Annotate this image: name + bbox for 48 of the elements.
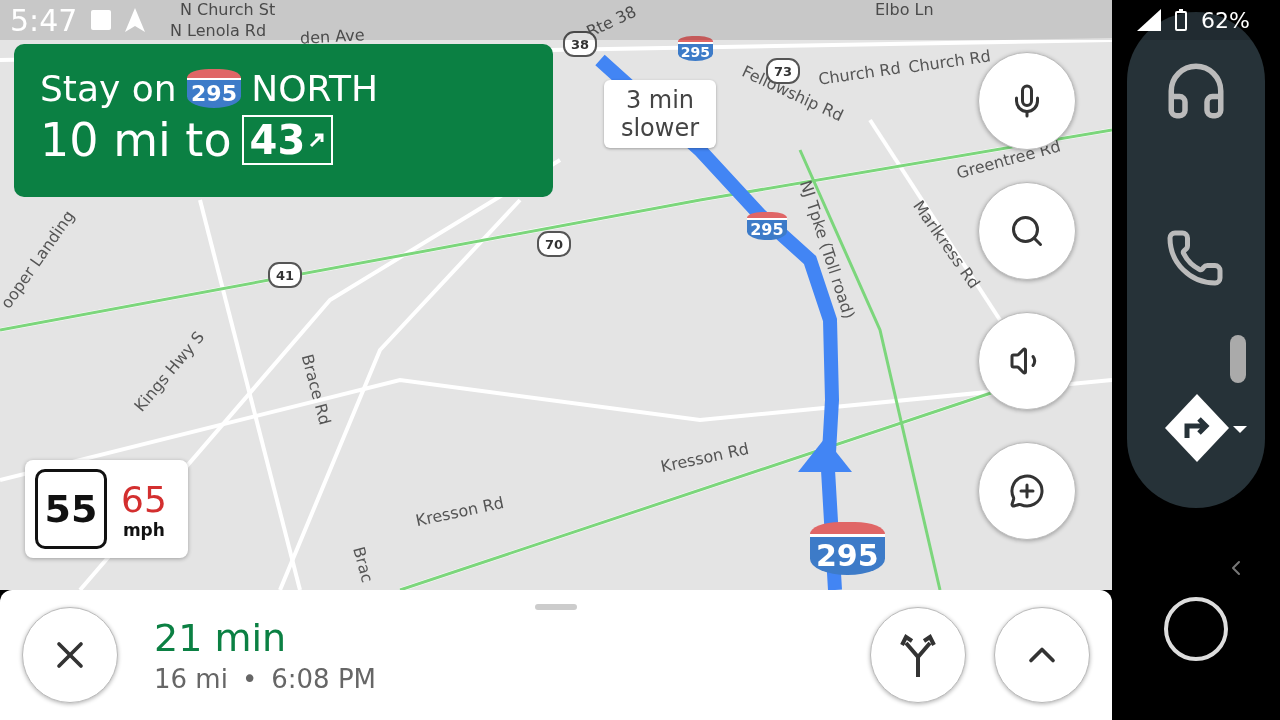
home-icon[interactable] bbox=[1163, 596, 1229, 662]
battery-percent: 62% bbox=[1201, 7, 1250, 33]
interstate-shield: 295 bbox=[678, 36, 713, 62]
speed-unit: mph bbox=[122, 519, 165, 540]
signal-icon bbox=[1137, 9, 1162, 31]
battery-icon bbox=[1175, 9, 1188, 31]
street-label: Church Rd bbox=[907, 46, 992, 77]
route-marker: 41 bbox=[268, 262, 302, 288]
route-marker: 70 bbox=[537, 231, 571, 257]
exit-sign: 43 bbox=[241, 115, 334, 165]
interstate-shield: 295 bbox=[810, 522, 885, 575]
navigation-icon[interactable] bbox=[1163, 392, 1247, 464]
navigation-icon bbox=[125, 8, 146, 32]
street-label: N Church St bbox=[180, 0, 276, 19]
fork-arrows-icon bbox=[898, 633, 938, 677]
street-label: Kresson Rd bbox=[659, 438, 751, 477]
speed-limit: 55 bbox=[35, 469, 107, 549]
position-arrow-icon bbox=[798, 438, 852, 472]
street-label: Elbo Ln bbox=[875, 0, 934, 19]
close-button[interactable] bbox=[22, 607, 118, 703]
instruction-text: Stay on bbox=[40, 68, 177, 109]
street-label: Brace Rd bbox=[297, 352, 335, 427]
street-label: N Lenola Rd bbox=[170, 21, 267, 40]
trip-duration: 21 min bbox=[154, 616, 288, 660]
route-options-button[interactable] bbox=[870, 607, 966, 703]
street-label: Brac bbox=[349, 544, 377, 585]
speech-bubble-plus-icon bbox=[1009, 473, 1045, 509]
phone-icon[interactable] bbox=[1165, 228, 1225, 288]
image-icon bbox=[91, 10, 112, 30]
traffic-callout: 3 min slower bbox=[604, 80, 716, 148]
street-label: Church Rd bbox=[817, 58, 902, 89]
interstate-shield: 295 bbox=[747, 212, 787, 241]
scroll-indicator bbox=[1230, 335, 1246, 383]
direction-text: NORTH bbox=[251, 68, 379, 109]
trip-distance: 16 mi bbox=[154, 664, 228, 694]
search-icon bbox=[1009, 213, 1045, 249]
separator-dot: • bbox=[241, 664, 258, 694]
report-button[interactable] bbox=[978, 442, 1076, 540]
current-speed: 65 bbox=[121, 478, 167, 520]
interstate-shield: 295 bbox=[186, 69, 242, 108]
drag-handle[interactable] bbox=[535, 604, 577, 610]
street-label: Kresson Rd bbox=[414, 492, 506, 531]
distance-text: 10 mi to bbox=[40, 113, 232, 167]
exit-arrow-icon bbox=[309, 132, 326, 148]
sound-button[interactable] bbox=[978, 312, 1076, 410]
street-label: NJ Tpke (Toll road) bbox=[795, 177, 859, 322]
street-label: den Ave bbox=[299, 25, 365, 48]
arrival-time: 6:08 PM bbox=[271, 664, 376, 694]
